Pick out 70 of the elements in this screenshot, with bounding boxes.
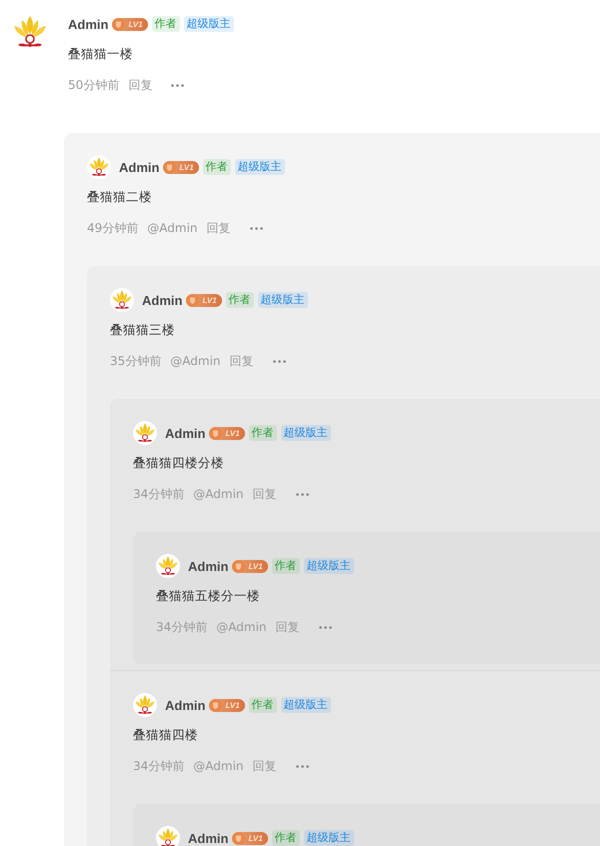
shield-icon (112, 18, 126, 30)
role-tag: 作者 (202, 159, 231, 175)
role-tag: 作者 (152, 16, 180, 32)
role-tag: 作者 (248, 425, 277, 441)
lotus-avatar-icon (133, 693, 157, 717)
more-icon[interactable] (272, 360, 286, 362)
more-icon[interactable] (296, 492, 309, 496)
reply-link[interactable]: 回复 (128, 76, 152, 94)
mention-link[interactable]: @Admin (147, 221, 198, 235)
shield-icon (209, 426, 222, 440)
reply-link[interactable]: 回复 (206, 220, 231, 236)
role-tag: 超级版主 (280, 697, 331, 713)
role-tag: 超级版主 (304, 558, 354, 574)
author-name[interactable]: Admin (188, 558, 228, 574)
role-tag: 超级版主 (184, 16, 234, 32)
level-badge: LV1 (209, 426, 245, 440)
mention-link[interactable]: @Admin (193, 759, 244, 773)
lotus-avatar-icon (156, 554, 180, 578)
role-tag: 超级版主 (280, 425, 331, 441)
lotus-avatar-icon (156, 826, 180, 846)
lotus-avatar-icon (133, 421, 157, 445)
mention-link[interactable]: @Admin (193, 487, 244, 501)
reply-link[interactable]: 回复 (230, 352, 254, 370)
timestamp: 34分钟前 (156, 618, 208, 636)
comment-text: 叠猫猫一楼 (68, 45, 134, 63)
level-badge: LV1 (232, 560, 268, 572)
reply-link[interactable]: 回复 (252, 486, 277, 502)
timestamp: 49分钟前 (87, 220, 138, 236)
comment-text: 叠猫猫三楼 (110, 321, 176, 339)
timestamp: 35分钟前 (110, 352, 162, 370)
role-tag: 超级版主 (304, 830, 354, 846)
level-badge: LV1 (112, 18, 148, 30)
author-name[interactable]: Admin (142, 292, 182, 308)
role-tag: 作者 (226, 292, 254, 308)
role-tag: 作者 (248, 697, 277, 713)
mention-link[interactable]: @Admin (170, 354, 221, 368)
shield-icon (232, 832, 246, 844)
timestamp: 34分钟前 (133, 758, 184, 774)
role-tag: 超级版主 (258, 292, 308, 308)
comment-text: 叠猫猫二楼 (87, 188, 153, 206)
level-badge: LV1 (209, 698, 245, 712)
author-name[interactable]: Admin (119, 160, 160, 174)
more-icon[interactable] (318, 626, 332, 628)
timestamp: 34分钟前 (133, 486, 184, 502)
author-name[interactable]: Admin (165, 426, 206, 440)
comment-text: 叠猫猫四楼分楼 (133, 454, 225, 472)
more-icon[interactable] (296, 764, 309, 768)
shield-icon (232, 560, 246, 572)
author-name[interactable]: Admin (188, 830, 228, 846)
lotus-avatar-icon (87, 155, 111, 179)
role-tag: 超级版主 (234, 159, 285, 175)
role-tag: 作者 (272, 558, 300, 574)
shield-icon (186, 294, 200, 306)
reply-link[interactable]: 回复 (252, 758, 277, 774)
more-icon[interactable] (250, 226, 263, 230)
mention-link[interactable]: @Admin (216, 620, 267, 634)
lotus-avatar-icon (110, 288, 134, 312)
author-name[interactable]: Admin (165, 698, 206, 712)
role-tag: 作者 (272, 830, 300, 846)
author-name[interactable]: Admin (68, 16, 108, 32)
timestamp: 50分钟前 (68, 76, 120, 94)
comment-text: 叠猫猫五楼分一楼 (156, 587, 261, 605)
level-badge: LV1 (163, 160, 199, 174)
comment-text: 叠猫猫四楼 (133, 726, 199, 744)
reply-link[interactable]: 回复 (276, 618, 300, 636)
level-badge: LV1 (186, 294, 222, 306)
shield-icon (163, 160, 176, 174)
shield-icon (209, 698, 222, 712)
more-icon[interactable] (171, 84, 184, 86)
level-badge: LV1 (232, 832, 268, 844)
